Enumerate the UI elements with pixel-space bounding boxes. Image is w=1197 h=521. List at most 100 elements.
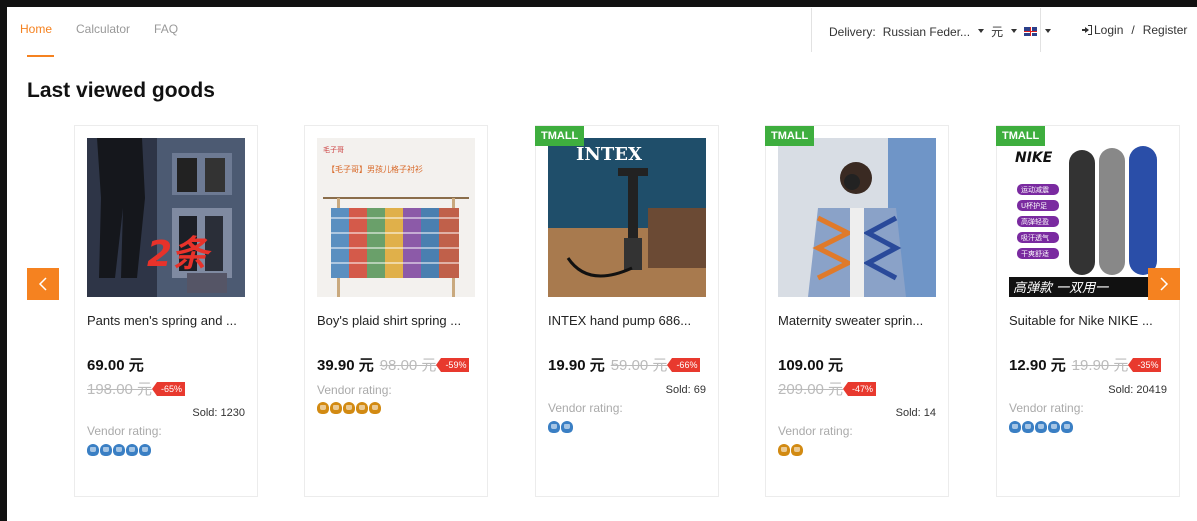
auth-separator: /	[1131, 23, 1135, 37]
price-line: 69.00 元	[87, 354, 144, 375]
tmall-badge: TMALL	[535, 126, 585, 146]
product-price: 12.90 元	[1009, 357, 1066, 374]
product-carousel: 2条 Pants men's spring and ... 69.00 元 19…	[74, 125, 1180, 497]
chevron-right-icon	[1160, 277, 1169, 291]
crown-icon	[113, 444, 125, 456]
svg-text:INTEX: INTEX	[576, 144, 642, 165]
vendor-rating	[317, 402, 381, 414]
register-link[interactable]: Register	[1143, 23, 1188, 37]
sold-count: Sold: 1230	[192, 407, 245, 419]
crown-icon	[1061, 421, 1073, 433]
nav-faq[interactable]: FAQ	[154, 22, 178, 36]
svg-text:毛子哥: 毛子哥	[323, 145, 344, 154]
product-title[interactable]: INTEX hand pump 686...	[548, 313, 716, 328]
product-price: 19.90 元	[548, 357, 605, 374]
carousel-prev-button[interactable]	[27, 268, 59, 300]
svg-text:高弹款 一双用一: 高弹款 一双用一	[1013, 281, 1109, 296]
nav-active-underline	[27, 55, 54, 57]
sold-count: Sold: 69	[665, 384, 706, 396]
svg-text:U杯护足: U杯护足	[1021, 201, 1047, 210]
chevron-down-icon[interactable]	[1045, 29, 1052, 33]
old-price: 59.00 元	[610, 357, 668, 374]
delivery-selector: Delivery: Russian Feder... 元	[829, 23, 1054, 40]
svg-text:【毛子哥】男孩儿格子衬衫: 【毛子哥】男孩儿格子衬衫	[327, 164, 423, 174]
sold-count: Sold: 14	[895, 407, 936, 419]
delivery-country[interactable]: Russian Feder...	[883, 25, 970, 39]
uk-flag-icon[interactable]	[1024, 27, 1038, 36]
old-price-line: 198.00 元 -65%	[87, 378, 186, 399]
crown-icon	[548, 421, 560, 433]
old-price: 198.00 元	[87, 381, 153, 398]
old-price-line: 209.00 元 -47%	[778, 378, 877, 399]
crown-icon	[1035, 421, 1047, 433]
crown-icon	[356, 402, 368, 414]
svg-text:干爽舒适: 干爽舒适	[1021, 249, 1049, 258]
vendor-rating	[1009, 421, 1073, 433]
crown-icon	[330, 402, 342, 414]
discount-badge: -65%	[152, 381, 186, 396]
vendor-rating-label: Vendor rating:	[548, 401, 623, 415]
crown-icon	[317, 402, 329, 414]
nav-home[interactable]: Home	[20, 22, 52, 36]
price-line: 39.90 元 98.00 元 -59%	[317, 354, 470, 375]
crown-icon	[561, 421, 573, 433]
product-title[interactable]: Boy's plaid shirt spring ...	[317, 313, 485, 328]
crown-icon	[126, 444, 138, 456]
crown-icon	[100, 444, 112, 456]
discount-badge: -35%	[1128, 357, 1162, 372]
discount-badge: -47%	[843, 381, 877, 396]
tmall-badge: TMALL	[996, 126, 1046, 146]
svg-text:2条: 2条	[147, 234, 212, 275]
product-title[interactable]: Suitable for Nike NIKE ...	[1009, 313, 1177, 328]
product-card[interactable]: TMALL NIKE 运动减震 U杯护足 高弹轻盈 吸汗透气 干爽舒适 高弹款 …	[996, 125, 1180, 497]
vendor-rating-label: Vendor rating:	[317, 383, 392, 397]
product-card[interactable]: 2条 Pants men's spring and ... 69.00 元 19…	[74, 125, 258, 497]
top-nav: Home Calculator FAQ	[20, 22, 178, 36]
product-card[interactable]: TMALL INTEX INTEX hand pump 686... 19.90…	[535, 125, 719, 497]
chevron-down-icon[interactable]	[978, 29, 985, 33]
svg-text:NIKE: NIKE	[1015, 150, 1053, 166]
chevron-down-icon[interactable]	[1011, 29, 1018, 33]
vendor-rating-label: Vendor rating:	[87, 424, 162, 438]
crown-icon	[369, 402, 381, 414]
product-image[interactable]: 2条	[87, 138, 245, 297]
crown-icon	[791, 444, 803, 456]
currency-selector[interactable]: 元	[991, 23, 1003, 40]
delivery-label: Delivery:	[829, 24, 876, 39]
carousel-next-button[interactable]	[1148, 268, 1180, 300]
svg-text:运动减震: 运动减震	[1021, 185, 1049, 194]
nav-calculator[interactable]: Calculator	[76, 22, 130, 36]
product-image[interactable]: INTEX	[548, 138, 706, 297]
crown-icon	[1009, 421, 1021, 433]
svg-text:高弹轻盈: 高弹轻盈	[1021, 217, 1049, 226]
tmall-badge: TMALL	[765, 126, 815, 146]
vendor-rating	[548, 421, 573, 433]
price-line: 109.00 元	[778, 354, 843, 375]
old-price: 209.00 元	[778, 381, 844, 398]
header-divider	[1040, 8, 1041, 52]
vendor-rating-label: Vendor rating:	[1009, 401, 1084, 415]
product-price: 39.90 元	[317, 357, 374, 374]
crown-icon	[87, 444, 99, 456]
login-link[interactable]: Login	[1094, 23, 1123, 37]
product-card[interactable]: TMALL Maternity sweater sprin... 109.00 …	[765, 125, 949, 497]
vendor-rating	[87, 444, 151, 456]
chevron-left-icon	[38, 277, 47, 291]
product-image[interactable]: NIKE 运动减震 U杯护足 高弹轻盈 吸汗透气 干爽舒适 高弹款 一双用一	[1009, 138, 1167, 297]
price-line: 12.90 元 19.90 元 -35%	[1009, 354, 1162, 375]
discount-badge: -66%	[667, 357, 701, 372]
section-title: Last viewed goods	[27, 79, 215, 102]
product-title[interactable]: Pants men's spring and ...	[87, 313, 255, 328]
sold-count: Sold: 20419	[1108, 384, 1167, 396]
header-divider	[811, 8, 812, 52]
crown-icon	[1048, 421, 1060, 433]
crown-icon	[343, 402, 355, 414]
crown-icon	[1022, 421, 1034, 433]
vendor-rating	[778, 444, 803, 456]
product-price: 69.00 元	[87, 357, 144, 374]
crown-icon	[139, 444, 151, 456]
product-image[interactable]	[778, 138, 936, 297]
product-title[interactable]: Maternity sweater sprin...	[778, 313, 946, 328]
product-image[interactable]: 毛子哥 【毛子哥】男孩儿格子衬衫	[317, 138, 475, 297]
product-card[interactable]: 毛子哥 【毛子哥】男孩儿格子衬衫 Boy's plaid shirt sprin…	[304, 125, 488, 497]
